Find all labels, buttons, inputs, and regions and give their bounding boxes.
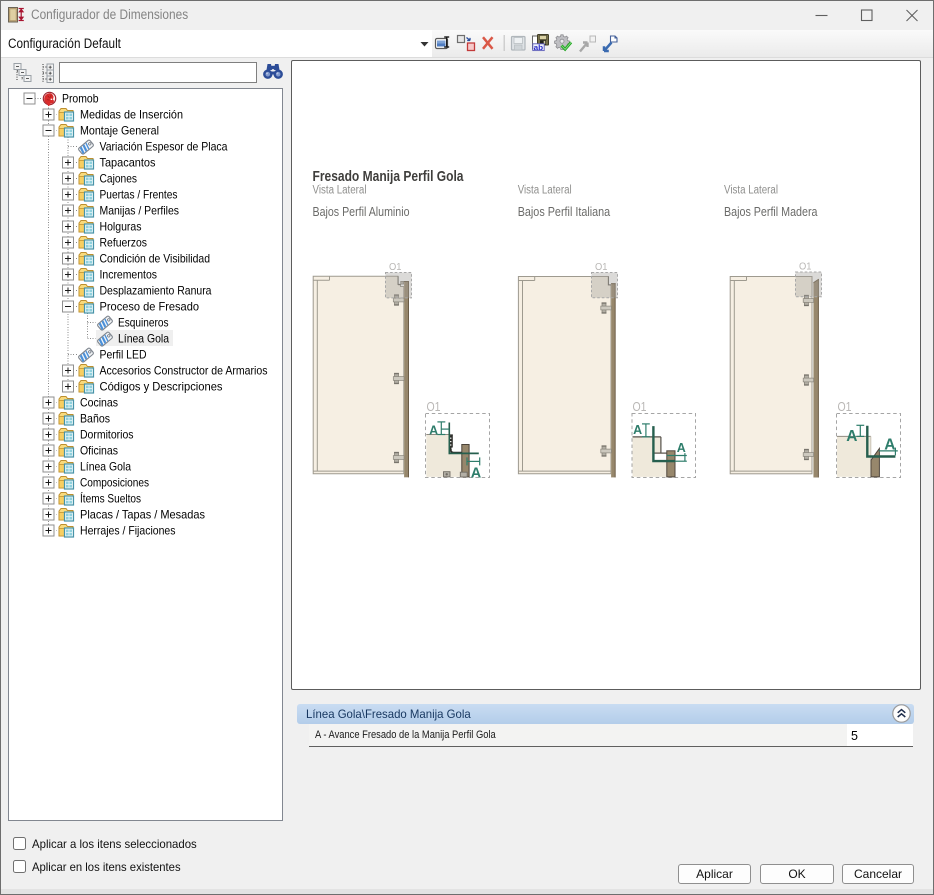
svg-text:Esquineros: Esquineros xyxy=(118,316,169,330)
svg-text:Herrajes / Fijaciones: Herrajes / Fijaciones xyxy=(80,524,176,538)
svg-text:Desplazamiento Ranura: Desplazamiento Ranura xyxy=(100,284,212,298)
svg-text:A: A xyxy=(633,423,642,437)
svg-text:Montaje General: Montaje General xyxy=(80,124,159,138)
svg-text:Perfil LED: Perfil LED xyxy=(100,348,147,362)
svg-text:Refuerzos: Refuerzos xyxy=(100,236,148,250)
svg-text:Incrementos: Incrementos xyxy=(100,268,158,282)
svg-text:Composiciones: Composiciones xyxy=(80,476,149,490)
svg-text:Códigos y Descripciones: Códigos y Descripciones xyxy=(100,380,223,394)
svg-text:Bajos Perfil Aluminio: Bajos Perfil Aluminio xyxy=(313,204,410,219)
svg-text:Línea Gola: Línea Gola xyxy=(80,460,131,474)
svg-text:O1: O1 xyxy=(595,261,608,273)
svg-text:Vista Lateral: Vista Lateral xyxy=(313,185,367,197)
svg-text:Variación Espesor de Placa: Variación Espesor de Placa xyxy=(100,140,228,154)
svg-text:Vista Lateral: Vista Lateral xyxy=(518,185,572,197)
svg-text:O1: O1 xyxy=(838,400,852,414)
svg-text:Holguras: Holguras xyxy=(100,220,142,234)
svg-text:Placas / Tapas / Mesadas: Placas / Tapas / Mesadas xyxy=(80,508,205,522)
svg-text:Fresado Manija Perfil Gola: Fresado Manija Perfil Gola xyxy=(313,168,465,185)
svg-text:O1: O1 xyxy=(427,400,441,414)
svg-text:Cajones: Cajones xyxy=(100,172,138,186)
svg-text:Vista Lateral: Vista Lateral xyxy=(724,185,778,197)
svg-text:A: A xyxy=(884,436,895,453)
svg-text:A: A xyxy=(846,428,857,445)
svg-text:Línea Gola: Línea Gola xyxy=(118,332,169,346)
svg-text:O1: O1 xyxy=(389,261,402,273)
svg-text:O1: O1 xyxy=(799,261,812,273)
svg-text:Medidas de Inserción: Medidas de Inserción xyxy=(80,108,183,122)
svg-text:Proceso de Fresado: Proceso de Fresado xyxy=(100,300,200,314)
svg-text:ab: ab xyxy=(534,43,544,52)
svg-text:Bajos Perfil Madera: Bajos Perfil Madera xyxy=(724,204,818,219)
svg-text:Bajos Perfil Italiana: Bajos Perfil Italiana xyxy=(518,204,611,219)
svg-text:A: A xyxy=(677,441,686,455)
svg-text:Promob: Promob xyxy=(62,92,99,106)
svg-text:Puertas / Frentes: Puertas / Frentes xyxy=(100,188,178,202)
svg-text:Ítems Sueltos: Ítems Sueltos xyxy=(80,491,141,506)
svg-text:Manijas / Perfiles: Manijas / Perfiles xyxy=(100,204,180,218)
svg-text:Oficinas: Oficinas xyxy=(80,444,118,458)
svg-text:A: A xyxy=(429,423,438,437)
svg-text:Condición de Visibilidad: Condición de Visibilidad xyxy=(100,252,211,266)
svg-text:Tapacantos: Tapacantos xyxy=(100,156,156,170)
svg-text:A: A xyxy=(471,466,482,482)
svg-text:Cocinas: Cocinas xyxy=(80,396,118,410)
svg-text:O1: O1 xyxy=(633,400,647,414)
svg-text:Baños: Baños xyxy=(80,412,110,426)
svg-text:Accesorios Constructor de Arma: Accesorios Constructor de Armarios xyxy=(100,364,268,378)
svg-text:Dormitorios: Dormitorios xyxy=(80,428,134,442)
